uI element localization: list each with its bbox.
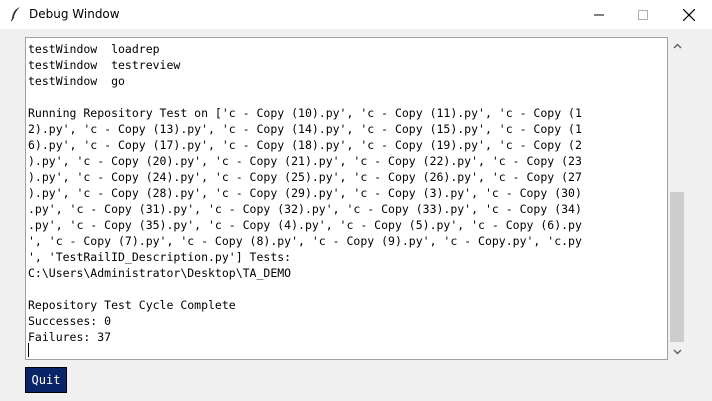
quit-button[interactable]: Quit [25,367,67,393]
window-title: Debug Window [29,7,120,21]
output-line: Successes: 0 [28,314,112,328]
output-line: .py', 'c - Copy (31).py', 'c - Copy (32)… [28,202,582,216]
minimize-icon [594,14,604,15]
maximize-icon [638,9,648,20]
minimize-button[interactable] [576,0,622,29]
chevron-down-icon [673,349,681,354]
feather-icon [9,6,23,22]
debug-output-textbox[interactable]: testWindow loadrep testWindow testreview t… [25,37,668,360]
text-cursor [28,343,29,357]
output-line: ', 'c - Copy (7).py', 'c - Copy (8).py',… [28,234,582,248]
vertical-scrollbar[interactable] [668,37,686,360]
output-line: testWindow testreview [28,58,181,72]
debug-output-text: testWindow loadrep testWindow testreview t… [28,41,582,345]
title-bar: Debug Window [0,0,712,29]
scroll-up-button[interactable] [668,37,686,54]
output-line: ).py', 'c - Copy (20).py', 'c - Copy (21… [28,154,582,168]
maximize-button[interactable] [620,0,666,29]
output-line: ).py', 'c - Copy (24).py', 'c - Copy (25… [28,170,582,184]
output-line: .py', 'c - Copy (35).py', 'c - Copy (4).… [28,218,582,232]
output-line: 6).py', 'c - Copy (17).py', 'c - Copy (1… [28,138,582,152]
close-icon [683,8,695,21]
output-line: 2).py', 'c - Copy (13).py', 'c - Copy (1… [28,122,582,136]
output-line: testWindow go [28,74,125,88]
scroll-thumb[interactable] [670,192,684,342]
output-line: C:\Users\Administrator\Desktop\TA_DEMO [28,266,292,280]
output-line: Repository Test Cycle Complete [28,298,236,312]
scroll-down-button[interactable] [668,343,686,360]
output-line: ', 'TestRailID_Description.py'] Tests: [28,250,292,264]
output-line: Running Repository Test on ['c - Copy (1… [28,106,582,120]
output-line: testWindow loadrep [28,42,160,56]
output-line: ).py', 'c - Copy (28).py', 'c - Copy (29… [28,186,582,200]
chevron-up-icon [673,43,681,48]
close-button[interactable] [666,0,712,29]
output-line: Failures: 37 [28,330,112,344]
